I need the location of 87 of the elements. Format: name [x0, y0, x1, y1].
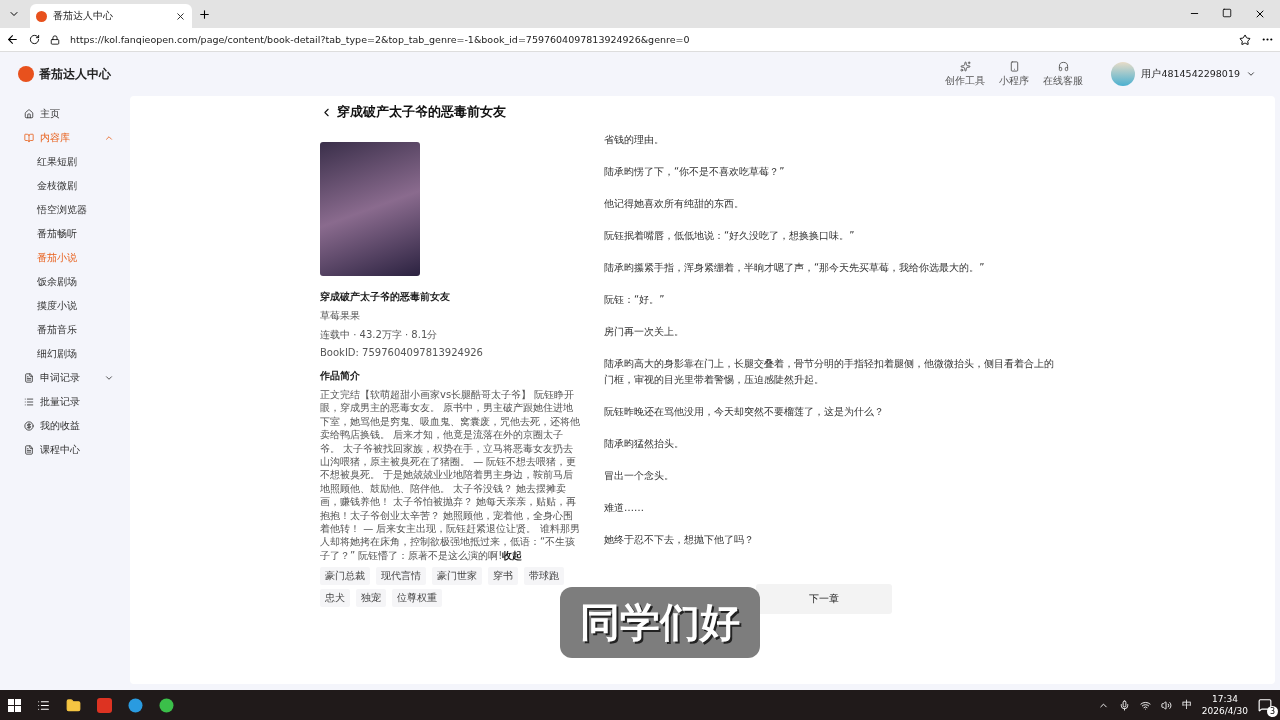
sidebar-subitem[interactable]: 摸度小说 — [24, 294, 120, 318]
folder-icon[interactable] — [66, 697, 81, 713]
header-tool[interactable]: 在线客服 — [1043, 60, 1084, 88]
sidebar-subitem[interactable]: 番茄音乐 — [24, 318, 120, 342]
browser-tab[interactable]: 番茄达人中心 — [30, 4, 192, 28]
sidebar-subitem[interactable]: 饭余剧场 — [24, 270, 120, 294]
genre-tag[interactable]: 忠犬 — [320, 589, 350, 608]
chevron-down-icon — [104, 373, 114, 383]
sidebar-item[interactable]: 主页 — [24, 102, 120, 126]
app-icon[interactable] — [159, 697, 174, 713]
chapter-paragraph: 他记得她喜欢所有纯甜的东西。 — [604, 197, 745, 211]
genre-tag[interactable]: 穿书 — [488, 567, 518, 586]
genre-tag[interactable]: 独宠 — [356, 589, 386, 608]
user-menu[interactable]: 用户4814542298019 — [1105, 61, 1262, 87]
browser-icon[interactable] — [128, 697, 143, 713]
close-icon[interactable] — [175, 10, 186, 22]
list-icon — [24, 397, 34, 407]
chapter-paragraph: 阮钰昨晚还在骂他没用，今天却突然不要榴莲了，这是为什么？ — [604, 405, 885, 419]
network-icon[interactable] — [1139, 699, 1151, 711]
chapter-paragraph: 阮钰：“好。” — [604, 293, 666, 307]
input-method[interactable]: 中 — [1181, 698, 1192, 712]
sidebar-item[interactable]: 课程中心 — [24, 438, 120, 462]
logo-icon — [18, 66, 34, 82]
back-icon[interactable] — [6, 33, 19, 46]
phone-icon — [1008, 60, 1020, 72]
clock[interactable]: 17:34 2026/4/30 — [1201, 693, 1248, 717]
chapter-paragraph: 难道…… — [604, 501, 645, 515]
chapter-paragraph: 陆承昀攥紧手指，浑身紧绷着，半晌才嗯了声，“那今天先买草莓，我给你选最大的。” — [604, 261, 986, 275]
book-name: 穿成破产太子爷的恶毒前女友 — [320, 290, 451, 304]
collapse-link[interactable]: 收起 — [502, 549, 523, 561]
logo-text: 番茄达人中心 — [39, 65, 111, 83]
sidebar-subitem[interactable]: 红果短剧 — [24, 150, 120, 174]
chapter-paragraph: 陆承昀愣了下，“你不是不喜欢吃草莓？” — [604, 165, 786, 179]
chapter-paragraph: 陆承昀猛然抬头。 — [604, 437, 685, 451]
lock-icon[interactable] — [50, 34, 60, 45]
app-icon[interactable] — [97, 697, 112, 713]
volume-icon[interactable] — [1160, 699, 1172, 711]
book-icon — [24, 133, 34, 143]
chapter-paragraph: 阮钰抿着嘴唇，低低地说：“好久没吃了，想换换口味。” — [604, 229, 856, 243]
book-id: BookID: 7597604097813924926 — [320, 347, 484, 358]
tab-title: 番茄达人中心 — [53, 9, 113, 23]
book-author: 草莓果果 — [320, 309, 361, 323]
sidebar-item[interactable]: 我的收益 — [24, 414, 120, 438]
genre-tag[interactable]: 位尊权重 — [392, 589, 442, 608]
chapter-paragraph: 她终于忍不下去，想抛下他了吗？ — [604, 533, 755, 547]
sidebar-item[interactable]: 申词记录 — [24, 366, 120, 390]
notification-count: 3 — [1267, 706, 1278, 717]
next-chapter-button[interactable]: 下一章 — [756, 584, 892, 614]
avatar — [1111, 62, 1136, 86]
doc-icon — [24, 445, 34, 455]
task-view-icon[interactable] — [37, 698, 50, 712]
header-tool[interactable]: 小程序 — [999, 60, 1030, 88]
start-icon[interactable] — [8, 698, 21, 712]
sidebar-subitem[interactable]: 番茄畅听 — [24, 222, 120, 246]
header-tool[interactable]: 创作工具 — [945, 60, 986, 88]
notification-icon[interactable] — [1258, 698, 1272, 712]
intro-text: 正文完结【软萌超甜小画家vs长腿酷哥太子爷】 阮钰睁开眼，穿成男主的恶毒女友。 原书中，男主破产跟她住进地下室，她骂他是穷鬼、吸血鬼、窝囊废，咒他去死，还将他卖给鸭店换钱。 后来才知，他竟是流落在外的京圈太子爷。 太子爷被找回家族，权势在手，立马将恶毒女友扔去山沟喂猪，原主被臭死在了猪圈。 — 阮钰不想去喂猪，更不想被臭死。 于是她兢兢业业地陪着男主身边，鞍前马后地照顾他、鼓励他、陪伴他。 太子爷没钱？ 她去摆摊卖画，赚钱养他！ 太子爷怕被抛弃？ 她每天亲亲，贴贴，再抱抱！太子爷创业太辛苦？ 她照顾他，宠着他，全身心围着他转！ — 后来女主出现，阮钰赶紧退位让贤。 谁料那男人却将她拷在床角，控制欲极强地抵过来，低语：“不生孩子了？” 阮钰懵了：原著不是这么演的啊!收起 — [320, 388, 581, 563]
chapter-paragraph: 省钱的理由。 — [604, 133, 665, 147]
chapter-paragraph: 房门再一次关上。 — [604, 325, 685, 339]
chapter-paragraph: 陆承昀高大的身影靠在门上，长腿交叠着，骨节分明的手指轻扣着腿侧，他微微抬头，侧目看着合上的门框，审视的目光里带着警惕，压迫感陡然升起。 — [604, 357, 1054, 387]
home-icon — [24, 109, 34, 119]
reload-icon[interactable] — [29, 34, 40, 45]
intro-heading: 作品简介 — [320, 369, 361, 383]
chevron-up-icon — [104, 133, 114, 143]
maximize-icon[interactable] — [1222, 8, 1232, 18]
microphone-icon[interactable] — [1118, 699, 1130, 711]
genre-tag[interactable]: 现代言情 — [376, 567, 426, 586]
sidebar-subitem[interactable]: 金枝微剧 — [24, 174, 120, 198]
site-icon — [36, 10, 47, 22]
genre-tag[interactable]: 带球跑 — [524, 567, 564, 586]
sidebar-item[interactable]: 批量记录 — [24, 390, 120, 414]
video-caption: 同学们好 — [560, 587, 760, 658]
star-icon[interactable] — [1239, 33, 1251, 46]
new-tab-icon[interactable] — [198, 7, 211, 21]
coin-icon — [24, 421, 34, 431]
chapter-paragraph: 冒出一个念头。 — [604, 469, 675, 483]
genre-tag[interactable]: 豪门总裁 — [320, 567, 370, 586]
headset-icon — [1057, 60, 1069, 72]
genre-tag[interactable]: 豪门世家 — [432, 567, 482, 586]
doc-icon — [24, 373, 34, 383]
sidebar-subitem[interactable]: 悟空浏览器 — [24, 198, 120, 222]
caret-icon — [1246, 69, 1256, 79]
book-meta: 连载中 · 43.2万字 · 8.1分 — [320, 328, 439, 342]
close-icon[interactable] — [1254, 8, 1266, 20]
back-title-button[interactable]: 穿成破产太子爷的恶毒前女友 — [320, 104, 1275, 121]
sparkle-icon — [959, 60, 971, 72]
sidebar-subitem[interactable]: 细幻剧场 — [24, 342, 120, 366]
